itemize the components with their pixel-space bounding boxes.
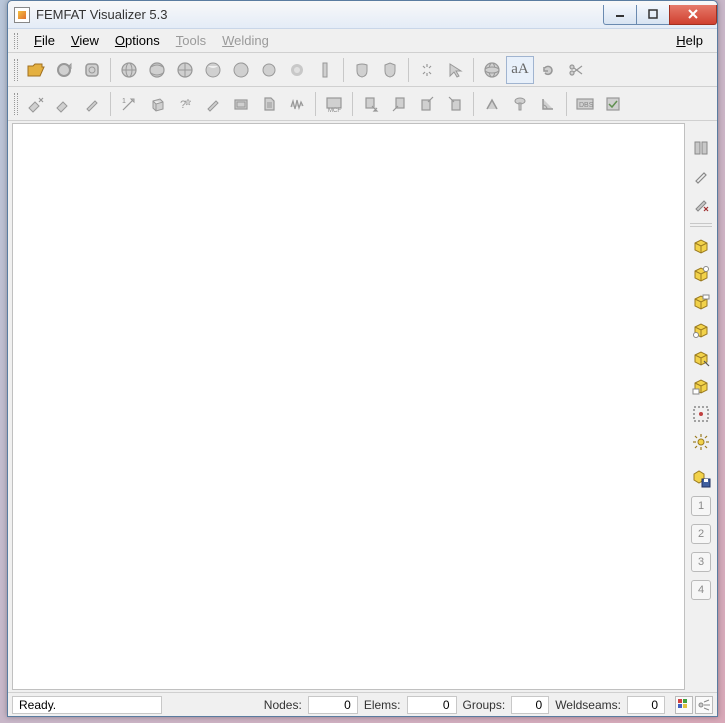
view-slot-3[interactable]: 3 <box>691 552 711 572</box>
close-button[interactable] <box>669 5 717 25</box>
lamp-icon[interactable] <box>506 90 534 118</box>
blurry-circle-icon[interactable] <box>283 56 311 84</box>
elems-value: 0 <box>407 696 457 714</box>
cube-wire-icon[interactable] <box>143 90 171 118</box>
frame-icon[interactable] <box>227 90 255 118</box>
globe-2-icon[interactable] <box>143 56 171 84</box>
toolbar2-grip[interactable] <box>14 93 18 115</box>
dbs-icon[interactable]: DBS <box>571 90 599 118</box>
globe-grid-icon[interactable] <box>478 56 506 84</box>
bar-icon[interactable] <box>311 56 339 84</box>
menu-help[interactable]: Help <box>668 30 711 51</box>
toolbar-2: 1 ? MCF DBS <box>8 87 717 121</box>
globe-3-icon[interactable] <box>171 56 199 84</box>
view-slot-2[interactable]: 2 <box>691 524 711 544</box>
shield-2-icon[interactable] <box>376 56 404 84</box>
angle-up-icon[interactable] <box>478 90 506 118</box>
brush-x-icon[interactable] <box>688 191 714 217</box>
document-icon[interactable] <box>255 90 283 118</box>
toolbar1-grip[interactable] <box>14 59 18 81</box>
menu-options[interactable]: Options <box>107 30 168 51</box>
cube-view-1-icon[interactable] <box>688 233 714 259</box>
question-star-icon[interactable]: ? <box>171 90 199 118</box>
rotate-ccw-icon[interactable] <box>534 56 562 84</box>
groups-value: 0 <box>511 696 549 714</box>
weldseams-value: 0 <box>627 696 665 714</box>
scissors-icon[interactable] <box>562 56 590 84</box>
select-box-icon[interactable] <box>688 401 714 427</box>
page-arrow-1-icon[interactable] <box>357 90 385 118</box>
eraser-x-icon[interactable] <box>22 90 50 118</box>
globe-dark-1-icon[interactable] <box>199 56 227 84</box>
page-arrow-4-icon[interactable] <box>441 90 469 118</box>
right-toolbar: 1 2 3 4 <box>687 131 715 607</box>
eraser-icon[interactable] <box>50 90 78 118</box>
nodes-value: 0 <box>308 696 358 714</box>
color-legend-icon[interactable] <box>675 696 693 714</box>
open-file-icon[interactable] <box>22 56 50 84</box>
app-window: FEMFAT Visualizer 5.3 File View Options … <box>7 0 718 717</box>
cube-view-2-icon[interactable] <box>688 261 714 287</box>
menu-welding: Welding <box>214 30 277 51</box>
status-ready: Ready. <box>12 696 162 714</box>
titlebar: FEMFAT Visualizer 5.3 <box>8 1 717 29</box>
menu-view[interactable]: View <box>63 30 107 51</box>
groups-label: Groups: <box>463 698 506 712</box>
window-title: FEMFAT Visualizer 5.3 <box>36 7 168 22</box>
globe-1-icon[interactable] <box>115 56 143 84</box>
check-list-icon[interactable] <box>599 90 627 118</box>
burst-icon[interactable] <box>688 429 714 455</box>
brush-outline-icon[interactable] <box>688 163 714 189</box>
toolbar-1: aA <box>8 53 717 87</box>
menu-tools: Tools <box>168 30 214 51</box>
svg-text:MCF: MCF <box>328 108 341 113</box>
svg-text:1: 1 <box>122 98 126 105</box>
light-icon[interactable] <box>695 696 713 714</box>
cube-save-icon[interactable] <box>688 465 714 491</box>
svg-text:DBS: DBS <box>579 102 594 109</box>
sparkle-icon[interactable] <box>413 56 441 84</box>
viewport[interactable] <box>12 123 685 690</box>
cube-view-3-icon[interactable] <box>688 289 714 315</box>
weldseams-label: Weldseams: <box>555 698 621 712</box>
full-circle-icon[interactable] <box>255 56 283 84</box>
text-aA-button[interactable]: aA <box>506 56 534 84</box>
panel-1-icon[interactable] <box>688 135 714 161</box>
view-slot-4[interactable]: 4 <box>691 580 711 600</box>
minimize-button[interactable] <box>603 5 637 25</box>
target-icon[interactable] <box>78 56 106 84</box>
axis-arrow-icon[interactable]: 1 <box>115 90 143 118</box>
cursor-icon[interactable] <box>441 56 469 84</box>
statusbar: Ready. Nodes: 0 Elems: 0 Groups: 0 Welds… <box>8 692 717 716</box>
reload-icon[interactable] <box>50 56 78 84</box>
mcf-icon[interactable]: MCF <box>320 90 348 118</box>
menu-file[interactable]: File <box>26 30 63 51</box>
waveform-icon[interactable] <box>283 90 311 118</box>
elems-label: Elems: <box>364 698 401 712</box>
cube-view-6-icon[interactable] <box>688 373 714 399</box>
menubar-grip[interactable] <box>14 33 18 49</box>
cube-view-4-icon[interactable] <box>688 317 714 343</box>
angle-corner-icon[interactable] <box>534 90 562 118</box>
nodes-label: Nodes: <box>264 698 302 712</box>
menubar: File View Options Tools Welding Help <box>8 29 717 53</box>
cube-view-5-icon[interactable] <box>688 345 714 371</box>
half-circle-icon[interactable] <box>227 56 255 84</box>
maximize-button[interactable] <box>636 5 670 25</box>
page-arrow-3-icon[interactable] <box>413 90 441 118</box>
pencil-icon[interactable] <box>199 90 227 118</box>
shield-1-icon[interactable] <box>348 56 376 84</box>
window-controls <box>604 5 717 25</box>
view-slot-1[interactable]: 1 <box>691 496 711 516</box>
paint-icon[interactable] <box>78 90 106 118</box>
page-arrow-2-icon[interactable] <box>385 90 413 118</box>
app-icon <box>14 7 30 23</box>
